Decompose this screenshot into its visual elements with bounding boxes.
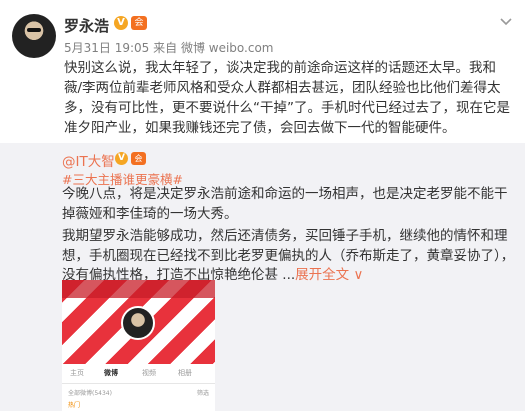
repost-paragraph-2-text: 我期望罗永浩能够成功，然后还清债务，买回锤子手机，继续他的情怀和理想，手机圈现在…	[62, 228, 515, 283]
verified-badge-icon: V	[114, 16, 128, 30]
expand-full-text-link[interactable]: 展开全文 ∨	[295, 267, 363, 283]
image-row-left: 全部微博(5434)	[68, 390, 112, 397]
chevron-down-icon[interactable]	[499, 14, 513, 28]
repost-image[interactable]: 主页 微博 视频 相册 全部微博(5434) 筛选 热门	[62, 280, 215, 411]
image-tab: 相册	[178, 369, 192, 377]
repost-vip-icon: 会	[131, 152, 146, 165]
image-profile-tabs: 主页 微博 视频 相册	[62, 366, 215, 380]
repost-text: 今晚八点，将是决定罗永浩前途和命运的一场相声，也是决定老罗能不能干掉薇娅和李佳琦…	[62, 185, 517, 289]
post-source[interactable]: 来自 微博 weibo.com	[153, 41, 273, 55]
weibo-post: 罗永浩 V 会 5月31日 19:05 来自 微博 weibo.com 快别这么…	[0, 0, 525, 411]
post-username[interactable]: 罗永浩	[64, 15, 109, 36]
image-divider	[62, 383, 215, 384]
repost-verified-icon: V	[115, 152, 128, 165]
repost-paragraph-2: 我期望罗永浩能够成功，然后还清债务，买回锤子手机，继续他的情怀和理想，手机圈现在…	[62, 227, 517, 286]
image-profile-avatar	[121, 306, 155, 340]
post-date[interactable]: 5月31日 19:05	[64, 41, 149, 55]
repost-paragraph-1: 今晚八点，将是决定罗永浩前途和命运的一场相声，也是决定老罗能不能干掉薇娅和李佳琦…	[62, 186, 508, 222]
image-status-bar	[62, 280, 215, 298]
image-row-hot: 热门	[68, 402, 81, 409]
image-tab: 主页	[70, 369, 84, 377]
post-meta: 5月31日 19:05 来自 微博 weibo.com	[64, 39, 274, 56]
image-tab: 视频	[142, 369, 156, 377]
repost-username[interactable]: @IT大智	[62, 150, 115, 170]
user-avatar[interactable]	[12, 14, 56, 58]
repost-card: @IT大智 V 会 #三大主播谁更豪横# 今晚八点，将是决定罗永浩前途和命运的一…	[0, 143, 525, 411]
image-tab: 微博	[104, 369, 118, 377]
image-row-right: 筛选	[196, 390, 209, 397]
post-text: 快别这么说，我太年轻了，谈决定我的前途命运这样的话题还太早。我和薇/李两位前辈老…	[64, 60, 510, 136]
vip-badge-icon: 会	[131, 16, 147, 30]
